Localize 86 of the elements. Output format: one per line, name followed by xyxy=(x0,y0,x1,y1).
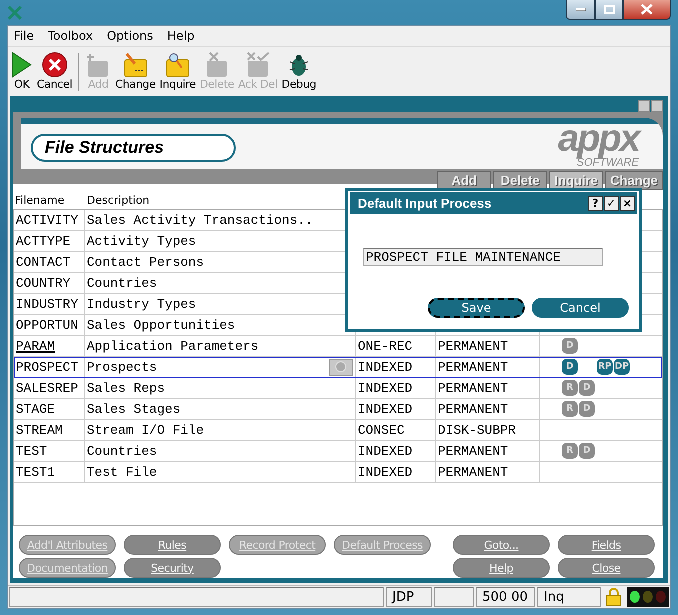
table-cell: SALESREP xyxy=(14,378,85,398)
table-cell: PERMANENT xyxy=(436,441,540,461)
menu-item[interactable]: File xyxy=(14,29,34,43)
column-header: Filename xyxy=(14,194,66,207)
action-button[interactable]: Fields xyxy=(558,535,655,555)
table-cell: INDEXED xyxy=(356,378,436,398)
lock-icon xyxy=(604,587,624,607)
maximize-icon xyxy=(604,5,614,14)
cancel-icon xyxy=(42,52,68,78)
table-cell: PERMANENT xyxy=(436,399,540,419)
app-logo-icon xyxy=(7,4,23,20)
table-cell: Sales Reps xyxy=(85,378,356,398)
table-cell: Stream I/O File xyxy=(85,420,356,440)
table-cell: INDEXED xyxy=(356,399,436,419)
dialog-button[interactable]: Save xyxy=(428,298,525,318)
status-cell: Inq xyxy=(537,587,601,607)
status-cell xyxy=(434,587,474,607)
ack-delete-icon xyxy=(245,52,272,78)
flag-badge[interactable]: D xyxy=(562,359,578,375)
table-cell: CONSEC xyxy=(356,420,436,440)
action-button[interactable]: Help xyxy=(453,558,550,578)
toolbar-button[interactable]: Cancel xyxy=(36,52,74,91)
table-cell: Application Parameters xyxy=(85,336,356,356)
column-header: Description xyxy=(86,194,151,207)
table-cell: PERMANENT xyxy=(436,357,540,377)
table-cell: STREAM xyxy=(14,420,85,440)
menu-item[interactable]: Toolbox xyxy=(48,29,94,43)
toolbar-button[interactable]: Change xyxy=(114,52,157,91)
action-button[interactable]: Rules xyxy=(124,535,221,555)
minimize-button[interactable] xyxy=(566,0,595,20)
table-cell: STAGE xyxy=(14,399,85,419)
circle-icon xyxy=(335,361,347,373)
flag-badge[interactable]: DP xyxy=(614,359,630,375)
toolbar-button[interactable]: Debug xyxy=(280,52,318,91)
table-cell: PROSPECT xyxy=(14,357,85,377)
toolbar-button[interactable]: Inquire xyxy=(158,52,197,91)
dialog-title-button[interactable]: ✓ xyxy=(604,196,619,210)
row-action-button[interactable] xyxy=(329,358,353,376)
dialog-title-button[interactable]: × xyxy=(620,196,635,210)
action-button[interactable]: Close xyxy=(558,558,655,578)
table-cell: Countries xyxy=(85,441,356,461)
table-cell: Test File xyxy=(85,462,356,482)
dialog-button[interactable]: Cancel xyxy=(532,298,629,318)
search-folder-icon xyxy=(164,52,191,78)
table-cell: PERMANENT xyxy=(436,336,540,356)
action-button[interactable]: Goto... xyxy=(453,535,550,555)
status-cell: JDP xyxy=(386,587,432,607)
table-row[interactable]: STREAM Stream I/O File CONSEC DISK-SUBPR xyxy=(14,420,662,441)
table-cell: TEST1 xyxy=(14,462,85,482)
table-row[interactable]: PARAM Application Parameters ONE-REC PERMANENT D xyxy=(14,336,662,357)
edit-folder-icon xyxy=(122,52,149,78)
table-cell: CONTACT xyxy=(14,252,85,272)
status-cell: 500 00 xyxy=(476,587,535,607)
action-button[interactable]: Security xyxy=(124,558,221,578)
table-cell: TEST xyxy=(14,441,85,461)
table-cell: INDEXED xyxy=(356,357,436,377)
logo-text: appx xyxy=(558,118,639,160)
table-cell: PARAM xyxy=(14,336,85,356)
table-cell: COUNTRY xyxy=(14,273,85,293)
table-cell: Sales Stages xyxy=(85,399,356,419)
traffic-light-icon xyxy=(627,587,669,607)
table-cell: ONE-REC xyxy=(356,336,436,356)
maximize-button[interactable] xyxy=(595,0,623,20)
input-field[interactable]: PROSPECT FILE MAINTENANCE xyxy=(363,248,603,266)
table-cell: INDEXED xyxy=(356,462,436,482)
menu-item[interactable]: Options xyxy=(107,29,154,43)
table-cell: PERMANENT xyxy=(436,378,540,398)
menu-item[interactable]: Help xyxy=(167,29,195,43)
table-row[interactable]: TEST1 Test File INDEXED PERMANENT xyxy=(14,462,662,483)
table-row[interactable]: PROSPECT Prospects INDEXED PERMANENT D RP DP xyxy=(14,357,662,378)
table-cell: INDEXED xyxy=(356,441,436,461)
dialog-title-button[interactable]: ? xyxy=(588,196,603,210)
play-icon xyxy=(11,52,33,78)
table-cell: ACTIVITY xyxy=(14,210,85,230)
table-cell: OPPORTUN xyxy=(14,315,85,335)
flag-badge[interactable]: RP xyxy=(597,359,613,375)
table-cell: INDUSTRY xyxy=(14,294,85,314)
table-cell: Prospects xyxy=(85,357,356,377)
table-cell: PERMANENT xyxy=(436,462,540,482)
table-cell: DISK-SUBPR xyxy=(436,420,540,440)
dialog-title: Default Input Process xyxy=(358,196,492,210)
screen-title: File Structures xyxy=(31,134,236,162)
close-button[interactable] xyxy=(623,0,671,20)
minimize-icon xyxy=(576,8,586,12)
toolbar-button[interactable]: OK xyxy=(10,52,34,91)
table-cell: ACTTYPE xyxy=(14,231,85,251)
